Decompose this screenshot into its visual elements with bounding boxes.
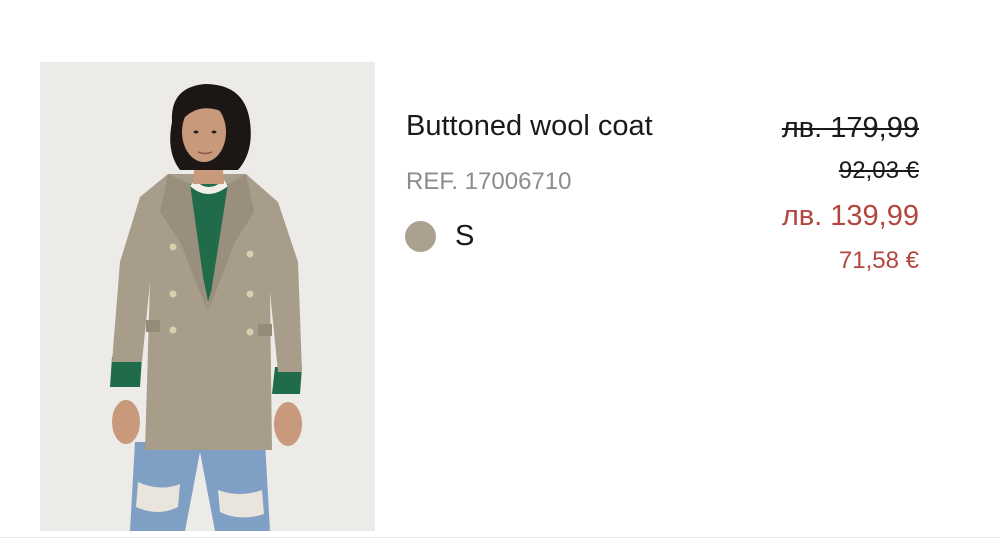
product-title: Buttoned wool coat xyxy=(406,110,653,142)
product-reference: REF. 17006710 xyxy=(406,168,572,195)
original-price-eur: 92,03 € xyxy=(838,157,919,184)
original-price-bgn: лв. 179,99 xyxy=(781,112,919,144)
product-image[interactable] xyxy=(40,62,375,531)
color-swatch[interactable] xyxy=(405,221,436,252)
sale-price-bgn: лв. 139,99 xyxy=(781,200,919,232)
model-photo-illustration xyxy=(40,62,375,531)
divider xyxy=(0,537,1000,538)
sale-price-eur: 71,58 € xyxy=(838,247,919,274)
size-label[interactable]: S xyxy=(455,220,474,253)
